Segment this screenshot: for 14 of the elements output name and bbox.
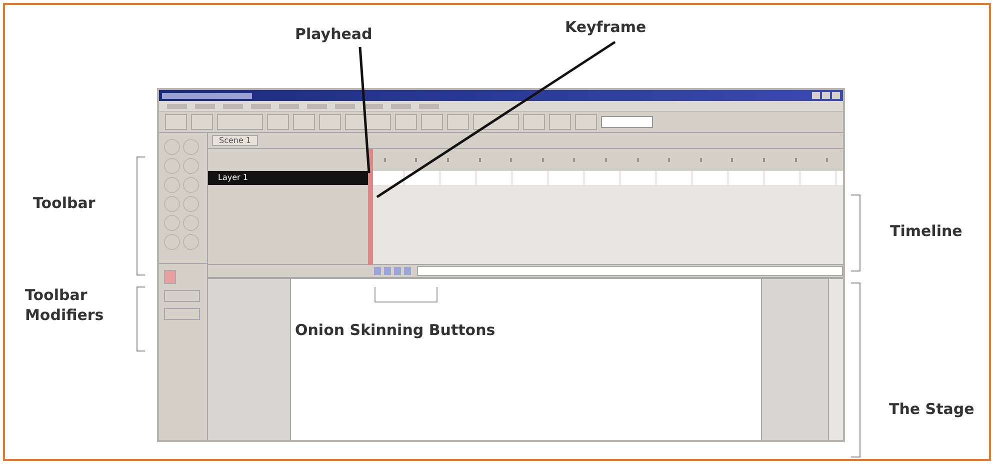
callout-label: Timeline bbox=[890, 222, 962, 240]
vertical-scrollbar[interactable] bbox=[828, 279, 843, 440]
callout-label: Toolbar Modifiers bbox=[25, 285, 105, 325]
scene-tab[interactable]: Scene 1 bbox=[212, 135, 258, 146]
callout-label: Keyframe bbox=[565, 18, 646, 36]
layer-row[interactable]: Layer 1 bbox=[208, 171, 369, 185]
callout-label: The Stage bbox=[889, 400, 974, 418]
playhead-marker[interactable] bbox=[368, 149, 373, 265]
bracket-line bbox=[374, 286, 438, 302]
horizontal-scrollbar[interactable] bbox=[417, 266, 843, 276]
bracket-line bbox=[136, 286, 146, 352]
callout-label: Playhead bbox=[295, 25, 372, 43]
callout-label: Onion Skinning Buttons bbox=[295, 321, 496, 339]
callout-label: Toolbar bbox=[33, 193, 96, 213]
